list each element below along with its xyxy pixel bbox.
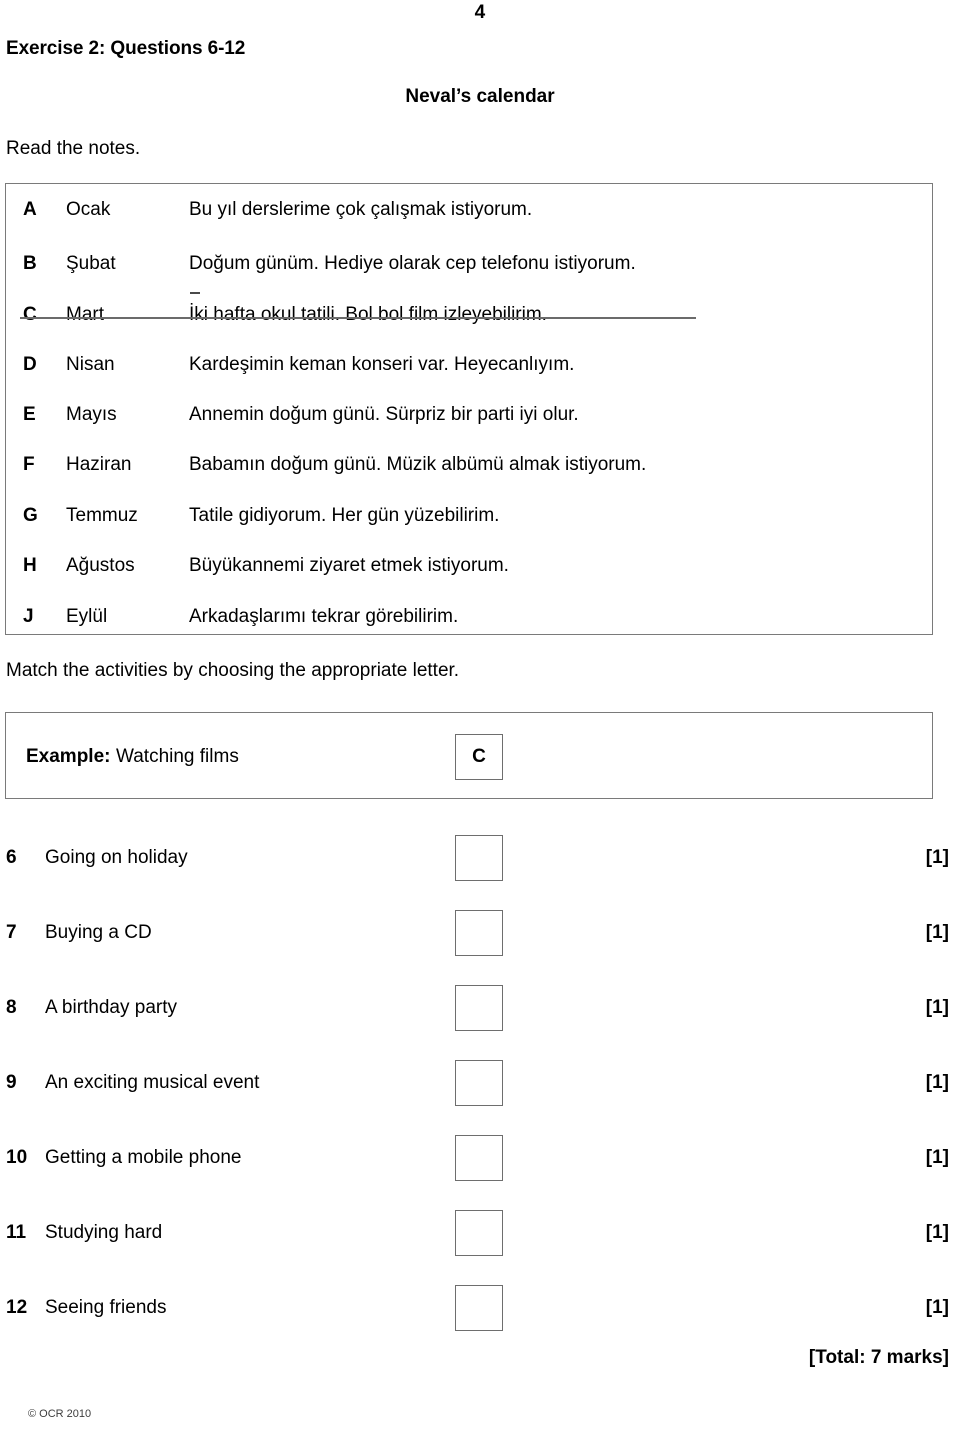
notes-table: A Ocak Bu yıl derslerime çok çalışmak isti… [5, 183, 933, 635]
question-row: 12 Seeing friends [1] [0, 1285, 960, 1331]
note-month: Haziran [66, 454, 132, 475]
note-month: Şubat [66, 253, 116, 274]
note-row: D Nisan Kardeşimin keman konseri var. Heye… [6, 354, 932, 381]
question-text: Buying a CD [45, 922, 152, 943]
example-box: Example: Watching films C [5, 712, 933, 799]
note-row: J Eylül Arkadaşlarımı tekrar görebilirim. [6, 606, 932, 633]
note-row: H Ağustos Büyükannemi ziyaret etmek istiyo… [6, 555, 932, 582]
question-row: 9 An exciting musical event [1] [0, 1060, 960, 1106]
answer-box[interactable] [455, 1135, 503, 1181]
answer-box[interactable] [455, 835, 503, 881]
mark-allocation: [1] [925, 922, 949, 943]
question-row: 8 A birthday party [1] [0, 985, 960, 1031]
note-letter: J [23, 606, 34, 627]
note-letter: A [23, 199, 37, 220]
example-answer-box: C [455, 734, 503, 780]
mark-allocation: [1] [925, 847, 949, 868]
note-text: Babamın doğum günü. Müzik albümü almak i… [189, 454, 647, 475]
question-row: 7 Buying a CD [1] [0, 910, 960, 956]
question-text: Studying hard [45, 1222, 163, 1243]
note-row: E Mayıs Annemin doğum günü. Sürpriz bir pa… [6, 404, 932, 431]
mark-allocation: [1] [925, 1297, 949, 1318]
question-text: Seeing friends [45, 1297, 167, 1318]
note-row: F Haziran Babamın doğum günü. Müzik albümü… [6, 454, 932, 481]
example-activity-text: Watching films [116, 746, 239, 767]
note-month: Eylül [66, 606, 108, 627]
question-text: A birthday party [45, 997, 178, 1018]
note-letter: B [23, 253, 37, 274]
answer-box[interactable] [455, 910, 503, 956]
read-notes-instruction: Read the notes. [6, 138, 141, 159]
note-month: Nisan [66, 354, 115, 375]
note-text: İki hafta okul tatili. Bol bol film izle… [189, 304, 547, 325]
note-month: Mayıs [66, 404, 117, 425]
mark-allocation: [1] [925, 1072, 949, 1093]
note-text: Büyükannemi ziyaret etmek istiyorum. [189, 555, 509, 576]
note-letter: E [23, 404, 36, 425]
answer-box[interactable] [455, 985, 503, 1031]
question-number: 10 [6, 1147, 28, 1168]
question-number: 11 [6, 1222, 27, 1243]
answer-box[interactable] [455, 1060, 503, 1106]
note-row: G Temmuz Tatile gidiyorum. Her gün yüzebil… [6, 505, 932, 532]
note-month: Ocak [66, 199, 111, 220]
note-row: C Mart İki hafta okul tatili. Bol bol film… [6, 292, 932, 331]
note-row: B Şubat Doğum günüm. Hediye olarak cep tel… [6, 253, 932, 280]
question-number: 6 [6, 847, 17, 868]
example-answer-letter: C [472, 746, 486, 767]
page-title: Neval’s calendar [405, 86, 555, 107]
note-row: A Ocak Bu yıl derslerime çok çalışmak isti… [6, 199, 932, 226]
question-number: 8 [6, 997, 17, 1018]
question-text: Going on holiday [45, 847, 188, 868]
mark-allocation: [1] [925, 1147, 949, 1168]
note-letter: F [23, 454, 35, 475]
note-text: Arkadaşlarımı tekrar görebilirim. [189, 606, 459, 627]
question-row: 11 Studying hard [1] [0, 1210, 960, 1256]
stray-macron-mark [190, 292, 200, 294]
question-text: Getting a mobile phone [45, 1147, 242, 1168]
question-row: 6 Going on holiday [1] [0, 835, 960, 881]
strikethrough-line [20, 317, 696, 319]
question-number: 9 [6, 1072, 17, 1093]
note-month: Temmuz [66, 505, 138, 526]
exercise-heading: Exercise 2: Questions 6-12 [6, 38, 246, 59]
total-marks: [Total: 7 marks] [808, 1347, 949, 1368]
copyright-notice: © OCR 2010 [28, 1408, 92, 1420]
note-month: Ağustos [66, 555, 135, 576]
mark-allocation: [1] [925, 997, 949, 1018]
note-text: Doğum günüm. Hediye olarak cep telefonu … [189, 253, 636, 274]
example-label: Example: [26, 746, 111, 767]
note-text: Bu yıl derslerime çok çalışmak istiyorum… [189, 199, 533, 220]
question-text: An exciting musical event [45, 1072, 260, 1093]
note-month: Mart [66, 304, 104, 325]
note-text: Tatile gidiyorum. Her gün yüzebilirim. [189, 505, 500, 526]
note-letter: G [23, 505, 38, 526]
note-text: Kardeşimin keman konseri var. Heyecanlıy… [189, 354, 575, 375]
note-text: Annemin doğum günü. Sürpriz bir parti iy… [189, 404, 579, 425]
answer-box[interactable] [455, 1210, 503, 1256]
note-letter: D [23, 354, 37, 375]
answer-box[interactable] [455, 1285, 503, 1331]
exam-page: 4 Exercise 2: Questions 6-12 Neval’s cal… [0, 0, 960, 1431]
question-number: 12 [6, 1297, 28, 1318]
note-letter: C [23, 304, 37, 325]
question-row: 10 Getting a mobile phone [1] [0, 1135, 960, 1181]
match-instruction: Match the activities by choosing the app… [6, 660, 460, 681]
question-number: 7 [6, 922, 17, 943]
page-number: 4 [474, 2, 486, 23]
mark-allocation: [1] [925, 1222, 949, 1243]
note-letter: H [23, 555, 37, 576]
